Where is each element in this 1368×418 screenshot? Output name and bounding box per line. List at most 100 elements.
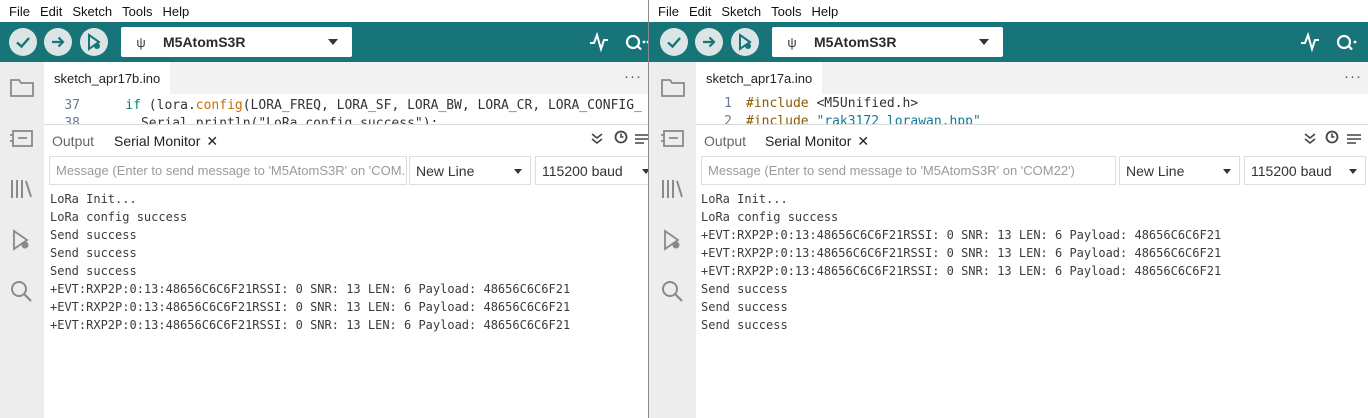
- menu-file[interactable]: File: [4, 4, 35, 19]
- tab-output[interactable]: Output: [52, 133, 94, 149]
- timestamp-icon[interactable]: [1325, 130, 1339, 144]
- close-icon[interactable]: ✕: [206, 133, 218, 149]
- tab-serial-monitor[interactable]: Serial Monitor ✕: [114, 133, 218, 150]
- editor-file-tab[interactable]: sketch_apr17b.ino: [44, 62, 171, 94]
- toolbar: ψ M5AtomS3R: [649, 22, 1368, 62]
- serial-plotter-icon[interactable]: [1299, 31, 1321, 53]
- sidebar: [0, 62, 44, 418]
- menu-help[interactable]: Help: [157, 4, 194, 19]
- code-directive: #include: [746, 114, 809, 124]
- bottom-panel-header: Output Serial Monitor ✕: [44, 124, 648, 156]
- debug-button[interactable]: [731, 28, 759, 56]
- serial-line: Send success: [50, 246, 137, 260]
- line-number: 2: [724, 114, 732, 124]
- chevron-down-icon: [1223, 169, 1231, 174]
- autoscroll-icon[interactable]: [591, 133, 603, 145]
- editor-file-tab[interactable]: sketch_apr17a.ino: [696, 62, 823, 94]
- debug-icon: [88, 33, 101, 51]
- menubar: File Edit Sketch Tools Help: [649, 0, 1368, 22]
- serial-line: LoRa config success: [50, 210, 188, 224]
- menu-sketch[interactable]: Sketch: [67, 4, 117, 19]
- sketchbook-icon[interactable]: [658, 72, 688, 102]
- chevron-down-icon: [514, 169, 522, 174]
- line-ending-select[interactable]: New Line: [1119, 156, 1240, 185]
- serial-line: Send success: [701, 318, 788, 332]
- menu-tools[interactable]: Tools: [117, 4, 157, 19]
- line-number: 37: [64, 98, 80, 113]
- board-name: M5AtomS3R: [814, 34, 897, 50]
- toolbar-right: [588, 28, 648, 56]
- menu-edit[interactable]: Edit: [684, 4, 716, 19]
- boards-manager-icon[interactable]: [7, 123, 37, 153]
- board-selector[interactable]: ψ M5AtomS3R: [772, 27, 1003, 57]
- menu-edit[interactable]: Edit: [35, 4, 67, 19]
- code-directive: #include: [746, 96, 809, 111]
- arrow-right-icon: [703, 36, 716, 48]
- ide-window-right: File Edit Sketch Tools Help ψ M5AtomS3R: [649, 0, 1368, 418]
- chevron-down-icon: [979, 39, 989, 45]
- serial-line: +EVT:RXP2P:0:13:48656C6C6F21RSSI: 0 SNR:…: [50, 300, 571, 314]
- code-editor[interactable]: 37 if (lora.config(LORA_FREQ, LORA_SF, L…: [44, 94, 648, 124]
- tab-output[interactable]: Output: [704, 133, 746, 149]
- debug-button[interactable]: [80, 28, 108, 56]
- message-row: Message (Enter to send message to 'M5Ato…: [696, 156, 1368, 186]
- serial-line: +EVT:RXP2P:0:13:48656C6C6F21RSSI: 0 SNR:…: [701, 246, 1222, 260]
- serial-line: Send success: [50, 228, 137, 242]
- more-options-icon[interactable]: ···: [1344, 68, 1362, 85]
- message-input[interactable]: Message (Enter to send message to 'M5Ato…: [701, 156, 1116, 185]
- search-icon[interactable]: [7, 276, 37, 306]
- line-number: 38: [64, 116, 80, 124]
- serial-line: +EVT:RXP2P:0:13:48656C6C6F21RSSI: 0 SNR:…: [50, 282, 571, 296]
- serial-line: LoRa Init...: [701, 192, 788, 206]
- debug-panel-icon[interactable]: [7, 225, 37, 255]
- menu-file[interactable]: File: [653, 4, 684, 19]
- sketchbook-icon[interactable]: [7, 72, 37, 102]
- line-number: 1: [724, 96, 732, 111]
- serial-plotter-icon[interactable]: [588, 31, 610, 53]
- serial-output: LoRa Init... LoRa config success Send su…: [50, 190, 570, 334]
- code-function: config: [195, 98, 243, 113]
- serial-line: +EVT:RXP2P:0:13:48656C6C6F21RSSI: 0 SNR:…: [701, 264, 1222, 278]
- arrow-right-icon: [52, 36, 65, 48]
- usb-icon: ψ: [787, 34, 797, 50]
- menu-help[interactable]: Help: [806, 4, 843, 19]
- sidebar: [649, 62, 696, 418]
- boards-manager-icon[interactable]: [658, 123, 688, 153]
- serial-monitor-icon[interactable]: [1334, 31, 1360, 53]
- usb-icon: ψ: [136, 34, 146, 50]
- serial-line: Send success: [50, 264, 137, 278]
- baud-rate-select[interactable]: 115200 baud: [535, 156, 648, 185]
- serial-output: LoRa Init... LoRa config success +EVT:RX…: [701, 190, 1221, 334]
- verify-button[interactable]: [660, 28, 688, 56]
- menu-sketch[interactable]: Sketch: [716, 4, 766, 19]
- clear-output-icon[interactable]: [1347, 133, 1361, 145]
- upload-button[interactable]: [695, 28, 723, 56]
- message-row: Message (Enter to send message to 'M5Ato…: [44, 156, 648, 186]
- serial-line: +EVT:RXP2P:0:13:48656C6C6F21RSSI: 0 SNR:…: [50, 318, 571, 332]
- tab-serial-monitor[interactable]: Serial Monitor ✕: [765, 133, 869, 150]
- autoscroll-icon[interactable]: [1304, 133, 1316, 145]
- baud-rate-select[interactable]: 115200 baud: [1244, 156, 1366, 185]
- message-input[interactable]: Message (Enter to send message to 'M5Ato…: [49, 156, 407, 185]
- close-icon[interactable]: ✕: [857, 133, 869, 149]
- debug-panel-icon[interactable]: [658, 225, 688, 255]
- chevron-down-icon: [1349, 169, 1357, 174]
- line-ending-select[interactable]: New Line: [409, 156, 531, 185]
- code-keyword: if: [125, 98, 141, 113]
- search-icon[interactable]: [658, 276, 688, 306]
- chevron-down-icon: [328, 39, 338, 45]
- code-editor[interactable]: 1 #include <M5Unified.h> 2 #include "rak31…: [696, 94, 1368, 124]
- library-manager-icon[interactable]: [7, 174, 37, 204]
- verify-button[interactable]: [9, 28, 37, 56]
- more-options-icon[interactable]: ···: [624, 68, 642, 85]
- editor-tabbar: sketch_apr17a.ino ···: [696, 62, 1368, 94]
- screen: File Edit Sketch Tools Help ψ M5AtomS3R: [0, 0, 1368, 418]
- board-selector[interactable]: ψ M5AtomS3R: [121, 27, 352, 57]
- serial-line: LoRa config success: [701, 210, 839, 224]
- clear-output-icon[interactable]: [635, 133, 648, 145]
- upload-button[interactable]: [44, 28, 72, 56]
- menu-tools[interactable]: Tools: [766, 4, 806, 19]
- timestamp-icon[interactable]: [614, 130, 628, 144]
- library-manager-icon[interactable]: [658, 174, 688, 204]
- serial-monitor-icon[interactable]: [623, 31, 648, 53]
